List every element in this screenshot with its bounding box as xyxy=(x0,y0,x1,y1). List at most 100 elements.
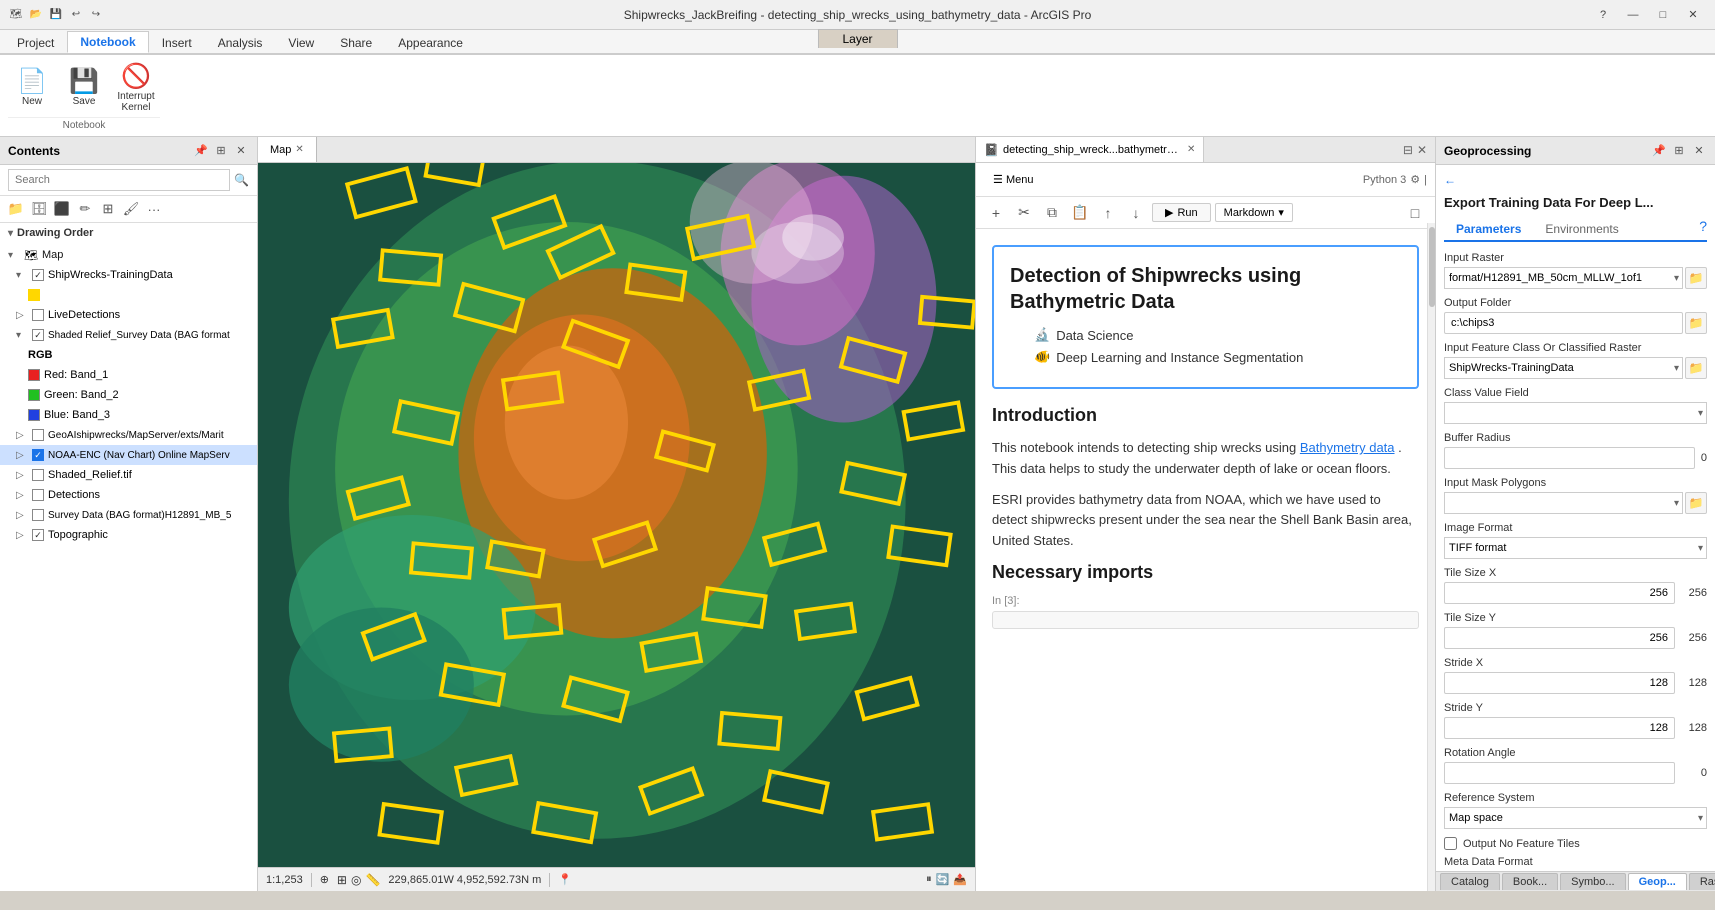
notebook-tab[interactable]: 📓 detecting_ship_wreck...bathymetry_data… xyxy=(976,137,1204,162)
new-button[interactable]: 📄 New xyxy=(8,61,56,117)
layer-item-noaa-enc[interactable]: ▷ NOAA-ENC (Nav Chart) Online MapServ xyxy=(0,445,257,465)
no-feature-tiles-checkbox[interactable] xyxy=(1444,837,1457,850)
settings-icon[interactable]: ⚙ xyxy=(1410,173,1420,186)
layer-item-blue-band3[interactable]: Blue: Band_3 xyxy=(0,405,257,425)
undo-icon[interactable]: ↩ xyxy=(68,7,84,23)
live-checkbox[interactable] xyxy=(32,309,44,321)
redo-icon[interactable]: ↪ xyxy=(88,7,104,23)
paste-button[interactable]: 📋 xyxy=(1068,201,1092,225)
geo-options-icon[interactable]: ⊞ xyxy=(1671,143,1687,159)
map-tab-close[interactable]: ✕ xyxy=(295,144,303,155)
contents-options-icon[interactable]: ⊞ xyxy=(213,143,229,159)
move-up-button[interactable]: ↑ xyxy=(1096,201,1120,225)
layer-item-shaded-relief-tif[interactable]: ▷ Shaded_Relief.tif xyxy=(0,465,257,485)
tab-project[interactable]: Project xyxy=(4,32,67,53)
geo-pin-icon[interactable]: 📌 xyxy=(1651,143,1667,159)
cell-type-dropdown[interactable]: Markdown ▾ xyxy=(1215,203,1293,222)
tab-insert[interactable]: Insert xyxy=(149,32,205,53)
output-folder-btn[interactable]: 📁 xyxy=(1685,312,1707,334)
bottom-tab-symbology[interactable]: Symbo... xyxy=(1560,873,1625,890)
layer-item-survey-data-bag[interactable]: ▷ Survey Data (BAG format)H12891_MB_5 xyxy=(0,505,257,525)
noaa-checkbox[interactable] xyxy=(32,449,44,461)
detections-checkbox[interactable] xyxy=(32,489,44,501)
compass-icon[interactable]: ◎ xyxy=(351,873,361,887)
measure-icon[interactable]: 📏 xyxy=(365,873,380,887)
detections-expand[interactable]: ▷ xyxy=(16,490,28,501)
layer-item-shipwrecks-training[interactable]: ▾ ShipWrecks-TrainingData xyxy=(0,265,257,285)
shaded-relief-tif-checkbox[interactable] xyxy=(32,469,44,481)
move-down-button[interactable]: ↓ xyxy=(1124,201,1148,225)
interrupt-kernel-button[interactable]: 🚫 InterruptKernel xyxy=(112,61,160,117)
geo-back-button[interactable]: ← xyxy=(1444,173,1707,187)
minimize-button[interactable]: — xyxy=(1619,5,1647,25)
noaa-expand[interactable]: ▷ xyxy=(16,450,28,461)
geo-tab-environments[interactable]: Environments xyxy=(1533,218,1630,240)
copy-button[interactable]: ⧉ xyxy=(1040,201,1064,225)
geoai-checkbox[interactable] xyxy=(32,429,44,441)
shipwrecks-checkbox[interactable] xyxy=(32,269,44,281)
output-folder-input[interactable] xyxy=(1444,312,1683,334)
tab-analysis[interactable]: Analysis xyxy=(205,32,276,53)
search-icon[interactable]: 🔍 xyxy=(234,173,249,187)
geoai-expand[interactable]: ▷ xyxy=(16,430,28,441)
shaded-relief-tif-expand[interactable]: ▷ xyxy=(16,470,28,481)
database-icon[interactable]: 🗄 xyxy=(29,199,49,219)
tile-size-x-input[interactable] xyxy=(1444,582,1675,604)
topographic-checkbox[interactable] xyxy=(32,529,44,541)
input-raster-select[interactable]: format/H12891_MB_50cm_MLLW_1of1 xyxy=(1444,267,1683,289)
layer-item-red-band1[interactable]: Red: Band_1 xyxy=(0,365,257,385)
survey-data-expand[interactable]: ▷ xyxy=(16,510,28,521)
pause-icon[interactable]: ⏸ xyxy=(926,873,932,886)
class-value-select[interactable] xyxy=(1444,402,1707,424)
layer-item-green-band2[interactable]: Green: Band_2 xyxy=(0,385,257,405)
shaded-relief-bag-expand[interactable]: ▾ xyxy=(16,330,28,341)
run-button[interactable]: ▶ Run xyxy=(1152,203,1211,222)
layer-item-map[interactable]: ▾ 🗺 Map xyxy=(0,245,257,265)
grid-icon[interactable]: ⊞ xyxy=(337,873,347,887)
code-cell[interactable] xyxy=(992,611,1419,629)
input-feature-select[interactable]: ShipWrecks-TrainingData xyxy=(1444,357,1683,379)
rotation-angle-input[interactable] xyxy=(1444,762,1675,784)
input-mask-folder-btn[interactable]: 📁 xyxy=(1685,492,1707,514)
survey-data-checkbox[interactable] xyxy=(32,509,44,521)
symbol-icon[interactable]: 🖌 xyxy=(121,199,141,219)
edit-icon[interactable]: ✏ xyxy=(75,199,95,219)
layer-item-swatch-yellow[interactable] xyxy=(0,285,257,305)
map-tab[interactable]: Map ✕ xyxy=(258,137,317,162)
square-btn[interactable]: □ xyxy=(1403,201,1427,225)
map-expand-icon[interactable]: ▾ xyxy=(8,250,20,261)
close-button[interactable]: ✕ xyxy=(1679,5,1707,25)
bottom-tab-catalog[interactable]: Catalog xyxy=(1440,873,1500,890)
bottom-tab-geoprocessing[interactable]: Geop... xyxy=(1628,873,1687,890)
notebook-expand-icon[interactable]: ⊟ xyxy=(1403,143,1413,157)
drawing-order-chevron[interactable]: ▾ xyxy=(8,228,13,239)
bottom-tab-bookmarks[interactable]: Book... xyxy=(1502,873,1558,890)
input-mask-select[interactable] xyxy=(1444,492,1683,514)
image-format-select[interactable]: TIFF format xyxy=(1444,537,1707,559)
scissors-button[interactable]: ✂ xyxy=(1012,201,1036,225)
shipwrecks-expand[interactable]: ▾ xyxy=(16,270,28,281)
search-input[interactable] xyxy=(8,169,230,191)
maximize-button[interactable]: □ xyxy=(1649,5,1677,25)
layer-folder-icon[interactable]: 📁 xyxy=(6,199,26,219)
map-content[interactable] xyxy=(258,163,975,867)
input-raster-folder-btn[interactable]: 📁 xyxy=(1685,267,1707,289)
layer-item-live-detections[interactable]: ▷ LiveDetections xyxy=(0,305,257,325)
tile-size-y-input[interactable] xyxy=(1444,627,1675,649)
more-icon[interactable]: ··· xyxy=(144,199,164,219)
tab-share[interactable]: Share xyxy=(327,32,385,53)
layer-item-detections[interactable]: ▷ Detections xyxy=(0,485,257,505)
shaded-relief-bag-checkbox[interactable] xyxy=(32,329,44,341)
contents-pin-icon[interactable]: 📌 xyxy=(193,143,209,159)
add-cell-button[interactable]: + xyxy=(984,201,1008,225)
tab-view[interactable]: View xyxy=(275,32,327,53)
save-button[interactable]: 💾 Save xyxy=(60,61,108,117)
bathymetry-link[interactable]: Bathymetry data xyxy=(1300,440,1395,455)
notebook-scrollbar-thumb[interactable] xyxy=(1429,227,1435,307)
reference-system-select[interactable]: Map space xyxy=(1444,807,1707,829)
notebook-options-icon[interactable]: ✕ xyxy=(1417,143,1427,157)
layer-item-topographic[interactable]: ▷ Topographic xyxy=(0,525,257,545)
contents-close-icon[interactable]: ✕ xyxy=(233,143,249,159)
tab-appearance[interactable]: Appearance xyxy=(385,32,476,53)
geo-tab-parameters[interactable]: Parameters xyxy=(1444,218,1533,242)
